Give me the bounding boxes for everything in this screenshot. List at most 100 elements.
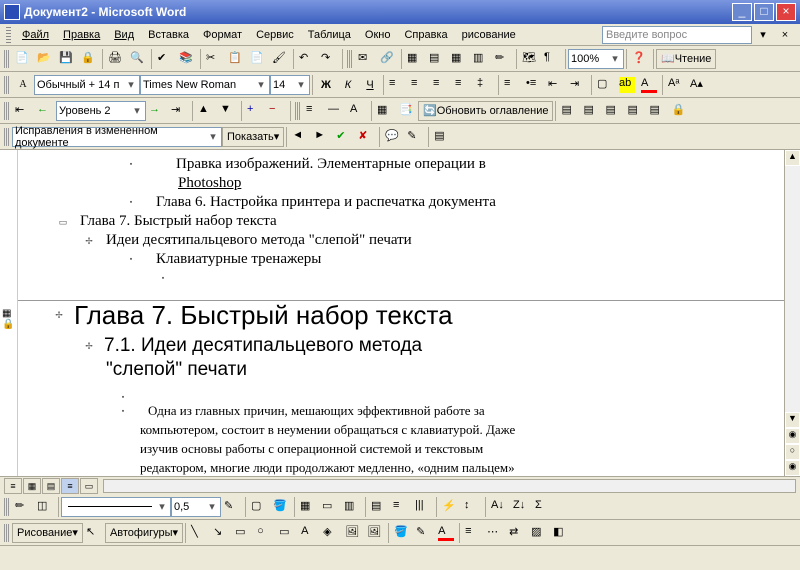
fill-color-button[interactable]: 🪣 bbox=[391, 522, 413, 544]
justify-button[interactable]: ≡ bbox=[452, 74, 474, 96]
grip-icon[interactable] bbox=[4, 128, 10, 146]
expand-icon[interactable]: ✢ bbox=[84, 236, 94, 247]
oval-button[interactable]: ○ bbox=[254, 522, 276, 544]
accept-change-button[interactable]: ✔ bbox=[333, 126, 355, 148]
reviewing-pane-button[interactable]: ▤ bbox=[431, 126, 453, 148]
track-changes-button[interactable]: ✎ bbox=[404, 126, 426, 148]
open-button[interactable]: 📂 bbox=[34, 48, 56, 70]
undo-button[interactable]: ↶ bbox=[296, 48, 318, 70]
diagram-button[interactable]: ◈ bbox=[320, 522, 342, 544]
maximize-button[interactable]: □ bbox=[754, 3, 774, 21]
horizontal-scrollbar[interactable] bbox=[103, 479, 796, 493]
align-center-button[interactable]: ≡ bbox=[408, 74, 430, 96]
help-question-box[interactable]: Введите вопрос bbox=[602, 26, 752, 44]
insert-table-button[interactable]: ▤ bbox=[426, 48, 448, 70]
increase-indent-button[interactable]: ⇥ bbox=[567, 74, 589, 96]
menu-window[interactable]: Окно bbox=[358, 27, 398, 43]
borders-button[interactable]: ▢ bbox=[594, 74, 616, 96]
doc-close-button[interactable]: × bbox=[774, 24, 796, 46]
save-button[interactable]: 💾 bbox=[56, 48, 78, 70]
superscript-button[interactable]: Aᵃ bbox=[665, 74, 687, 96]
document-page[interactable]: ▪Правка изображений. Элементарные операц… bbox=[18, 150, 784, 476]
outside-border-button[interactable]: ▢ bbox=[248, 496, 270, 518]
drawing-menu-button[interactable]: Рисование ▾ bbox=[12, 523, 83, 543]
grip-icon[interactable] bbox=[4, 76, 10, 94]
browse-next-button[interactable]: ◉ bbox=[785, 460, 800, 476]
grip-icon[interactable] bbox=[4, 498, 10, 516]
promote-button[interactable]: ← bbox=[34, 100, 56, 122]
help-button[interactable]: ❓ bbox=[629, 48, 651, 70]
text-direction-button[interactable]: ↕ bbox=[461, 496, 483, 518]
select-objects-button[interactable]: ↖ bbox=[83, 522, 105, 544]
menu-tools[interactable]: Сервис bbox=[249, 27, 301, 43]
redo-button[interactable]: ↷ bbox=[318, 48, 340, 70]
highlight-button[interactable]: ab bbox=[616, 74, 638, 96]
show-firstline-button[interactable]: — bbox=[325, 100, 347, 122]
move-up-button[interactable]: ▲ bbox=[195, 100, 217, 122]
permissions-button[interactable]: 🔒 bbox=[78, 48, 100, 70]
menu-drawing[interactable]: рисование bbox=[455, 27, 523, 43]
chevron-down-icon[interactable]: ▾ bbox=[206, 500, 218, 513]
merge-subdoc-button[interactable]: ▤ bbox=[624, 100, 646, 122]
menu-help[interactable]: Справка bbox=[397, 27, 454, 43]
research-button[interactable]: 📚 bbox=[176, 48, 198, 70]
chevron-down-icon[interactable]: ▾ bbox=[131, 104, 143, 117]
sort-asc-button[interactable]: A↓ bbox=[488, 496, 510, 518]
chevron-down-icon[interactable]: ▾ bbox=[207, 130, 219, 143]
reject-change-button[interactable]: ✘ bbox=[355, 126, 377, 148]
border-color-button[interactable]: ✎ bbox=[221, 496, 243, 518]
distribute-cols-button[interactable]: ||| bbox=[412, 496, 434, 518]
split-cells-button[interactable]: ▥ bbox=[341, 496, 363, 518]
next-change-button[interactable]: ► bbox=[311, 126, 333, 148]
line-style-button[interactable]: ≡ bbox=[462, 522, 484, 544]
vertical-scrollbar[interactable]: ▲ ▼ ◉ ○ ◉ bbox=[784, 150, 800, 476]
copy-button[interactable]: 📋 bbox=[225, 48, 247, 70]
menu-view[interactable]: Вид bbox=[107, 27, 141, 43]
minimize-button[interactable]: _ bbox=[732, 3, 752, 21]
autoformat-button[interactable]: ⚡ bbox=[439, 496, 461, 518]
grip-icon[interactable] bbox=[4, 102, 10, 120]
doc-map-button[interactable]: 🗺 bbox=[519, 48, 541, 70]
browse-select-button[interactable]: ○ bbox=[785, 444, 800, 460]
reading-layout-button[interactable]: 📖 Чтение bbox=[656, 49, 716, 69]
master-doc-button[interactable]: ▦ bbox=[374, 100, 396, 122]
line-style-combo[interactable]: ▾ bbox=[61, 497, 171, 517]
draw-table-button[interactable]: ✏ bbox=[12, 496, 34, 518]
columns-button[interactable]: ▥ bbox=[470, 48, 492, 70]
textbox-button[interactable]: ▭ bbox=[276, 522, 298, 544]
collapse-button[interactable]: − bbox=[266, 100, 288, 122]
dash-style-button[interactable]: ⋯ bbox=[484, 522, 506, 544]
font-color-button[interactable]: A bbox=[638, 74, 660, 96]
grip-icon[interactable] bbox=[347, 50, 353, 68]
underline-button[interactable]: Ч bbox=[359, 74, 381, 96]
print-view-button[interactable]: ▤ bbox=[42, 478, 60, 494]
align-right-button[interactable]: ≡ bbox=[430, 74, 452, 96]
help-question-dropdown[interactable]: ▾ bbox=[752, 24, 774, 46]
new-doc-button[interactable]: 📄 bbox=[12, 48, 34, 70]
cut-button[interactable]: ✂ bbox=[203, 48, 225, 70]
font-size-combo[interactable]: 14▾ bbox=[270, 75, 310, 95]
picture-button[interactable]: 🖼 bbox=[364, 522, 386, 544]
align-cell-button[interactable]: ▤ bbox=[368, 496, 390, 518]
line-weight-combo[interactable]: 0,5▾ bbox=[171, 497, 221, 517]
reading-view-button[interactable]: ▭ bbox=[80, 478, 98, 494]
arrow-style-button[interactable]: ⇄ bbox=[506, 522, 528, 544]
eraser-button[interactable]: ◫ bbox=[34, 496, 56, 518]
zoom-combo[interactable]: 100%▾ bbox=[568, 49, 624, 69]
demote-button[interactable]: → bbox=[146, 100, 168, 122]
outline-level-combo[interactable]: Уровень 2▾ bbox=[56, 101, 146, 121]
drawing-toggle-button[interactable]: ✏ bbox=[492, 48, 514, 70]
collapse-icon[interactable]: ▭ bbox=[58, 217, 68, 228]
promote-heading1-button[interactable]: ⇤ bbox=[12, 100, 34, 122]
close-button[interactable]: × bbox=[776, 3, 796, 21]
outline-view-button[interactable]: ≡ bbox=[61, 478, 79, 494]
format-painter-button[interactable]: 🖌 bbox=[269, 48, 291, 70]
split-subdoc-button[interactable]: ▤ bbox=[646, 100, 668, 122]
demote-body-button[interactable]: ⇥ bbox=[168, 100, 190, 122]
prev-change-button[interactable]: ◄ bbox=[289, 126, 311, 148]
grow-font-button[interactable]: A▴ bbox=[687, 74, 709, 96]
decrease-indent-button[interactable]: ⇤ bbox=[545, 74, 567, 96]
grip-icon[interactable] bbox=[6, 27, 11, 43]
expand-button[interactable]: + bbox=[244, 100, 266, 122]
3d-button[interactable]: ◧ bbox=[550, 522, 572, 544]
